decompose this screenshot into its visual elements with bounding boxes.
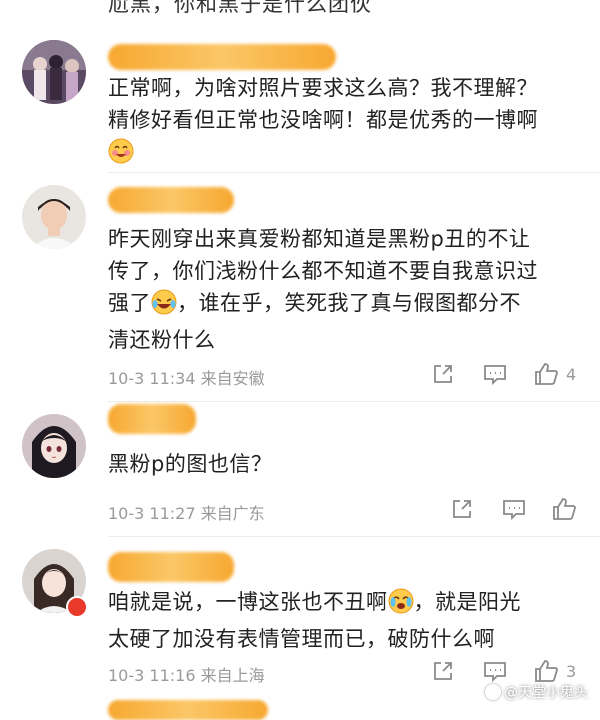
share-icon[interactable] xyxy=(431,362,457,388)
comment-icon[interactable] xyxy=(501,497,527,523)
watermark-logo-icon xyxy=(485,684,501,700)
thumbs-up-icon[interactable] xyxy=(551,496,577,522)
verified-badge-icon xyxy=(66,596,88,618)
young-man-avatar[interactable] xyxy=(22,185,86,249)
redacted-username xyxy=(108,700,268,720)
divider xyxy=(108,401,600,402)
blushing-laugh-emoji-icon xyxy=(108,138,134,173)
comment-text: 正常啊，为啥对照片要求这么高？我不理解？ 精修好看但正常也没啥啊！都是优秀的一博… xyxy=(108,72,583,173)
redacted-username[interactable] xyxy=(108,552,234,582)
group-photo-avatar[interactable] xyxy=(22,40,86,104)
share-icon[interactable] xyxy=(450,497,476,523)
comment-text: 咱就是说，一博这张也不丑啊 ，就是阳光 太硬了加没有表情管理而已，破防什么啊 xyxy=(108,588,521,651)
comment-meta: 10-3 11:16 来自上海 xyxy=(108,666,265,685)
comment-meta: 10-3 11:34 来自安徽 xyxy=(108,369,265,388)
divider xyxy=(108,536,600,537)
previous-comment-fragment: 尬黑，你和黑子是什么团伙 xyxy=(108,0,372,16)
divider xyxy=(108,172,600,173)
comment-text: 昨天刚穿出来真爱粉都知道是黑粉p丑的不让 传了，你们浅粉什么都不知道不要自我意识… xyxy=(108,227,538,352)
thumbs-up-icon[interactable] xyxy=(533,361,559,387)
comment-icon[interactable] xyxy=(482,362,508,388)
anime-girl-avatar[interactable] xyxy=(22,414,86,478)
watermark: @天堂小鬼头 xyxy=(485,682,588,702)
crying-laugh-emoji-icon xyxy=(388,588,414,623)
redacted-username[interactable] xyxy=(108,187,234,213)
comment-meta: 10-3 11:27 来自广东 xyxy=(108,504,265,523)
redacted-username[interactable] xyxy=(108,44,336,70)
comment-text: 黑粉p的图也信？ xyxy=(108,452,273,476)
like-count: 3 xyxy=(566,662,577,681)
laughing-tears-emoji-icon xyxy=(151,289,177,324)
like-count: 4 xyxy=(566,365,577,384)
share-icon[interactable] xyxy=(431,659,457,685)
redacted-username[interactable] xyxy=(108,404,196,434)
thumbs-up-icon[interactable] xyxy=(533,658,559,684)
